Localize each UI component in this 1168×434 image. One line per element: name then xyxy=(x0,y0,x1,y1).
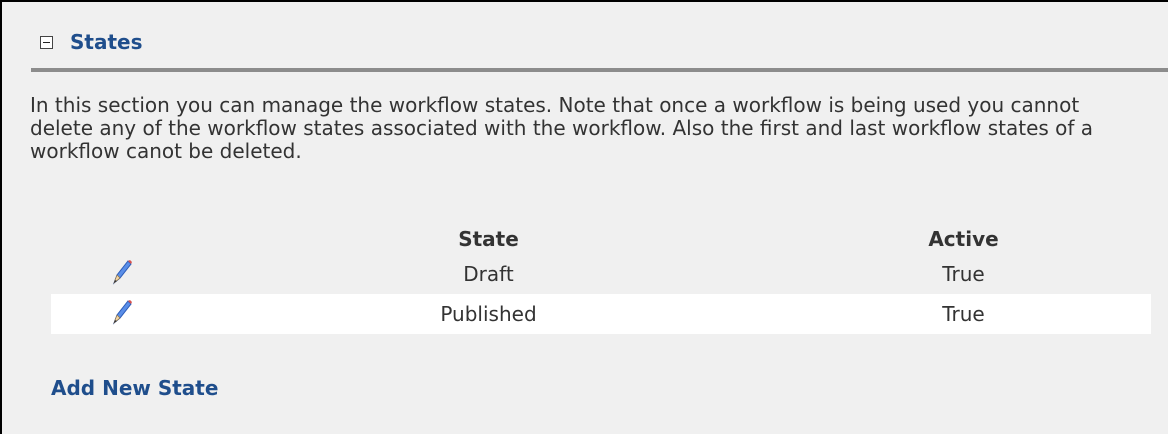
column-header-active: Active xyxy=(928,227,999,251)
pencil-icon[interactable] xyxy=(111,259,133,290)
column-header-state: State xyxy=(458,227,519,251)
states-panel: States In this section you can manage th… xyxy=(0,0,1168,434)
active-cell: True xyxy=(942,262,985,286)
state-cell: Draft xyxy=(463,262,514,286)
section-title: States xyxy=(70,30,143,54)
section-divider xyxy=(31,68,1168,72)
pencil-icon[interactable] xyxy=(111,299,133,330)
collapse-icon[interactable] xyxy=(40,35,53,49)
table-row: Published True xyxy=(51,294,1151,334)
edit-cell xyxy=(51,294,201,334)
section-header: States xyxy=(40,26,143,58)
table-row: Draft True xyxy=(51,254,1151,294)
table-header-row: State Active xyxy=(51,224,1151,254)
section-description: In this section you can manage the workf… xyxy=(30,93,1094,163)
active-cell: True xyxy=(776,294,1151,334)
state-cell: Published xyxy=(201,294,776,334)
add-new-state-link[interactable]: Add New State xyxy=(51,376,218,400)
column-header-edit xyxy=(51,224,201,254)
states-table: State Active Draft True Published True xyxy=(51,224,1151,334)
edit-cell xyxy=(51,254,201,294)
